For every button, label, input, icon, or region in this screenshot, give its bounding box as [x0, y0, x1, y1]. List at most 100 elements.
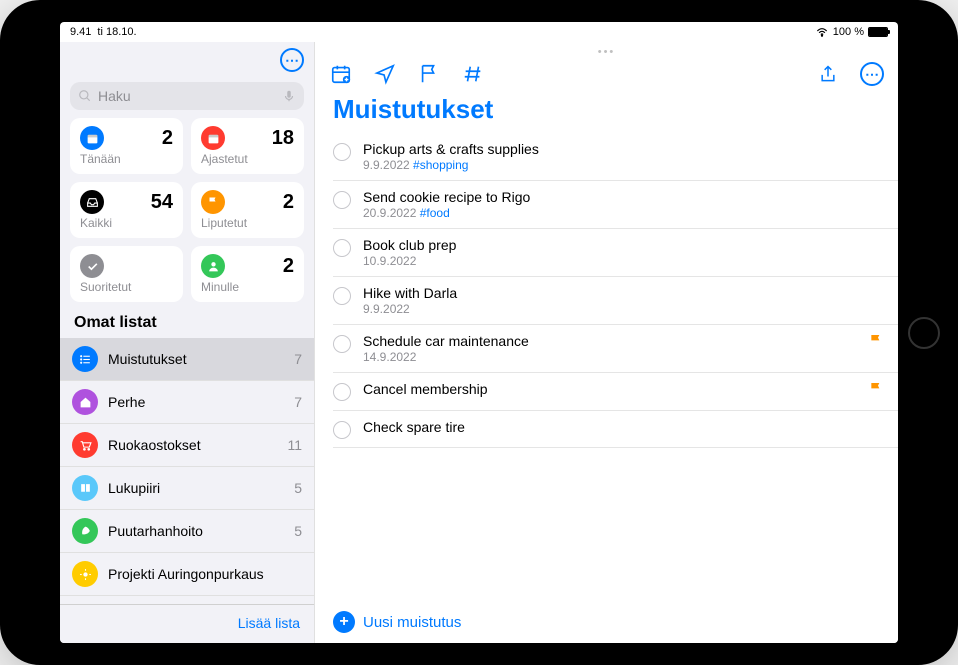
page-title: Muistutukset [315, 94, 898, 133]
sidebar: ⋯ Haku 2 Tänään 18 Ajastetut 54 Kaikki [60, 42, 315, 643]
reminder-title: Send cookie recipe to Rigo [363, 189, 884, 205]
smart-list-card-kaikki[interactable]: 54 Kaikki [70, 182, 183, 238]
list-name: Lukupiiri [108, 480, 284, 496]
flag-icon [868, 333, 884, 354]
list-count: 7 [294, 351, 302, 367]
new-reminder-button[interactable]: + Uusi muistutus [315, 601, 898, 643]
reminder-checkbox[interactable] [333, 239, 351, 257]
grabber-icon[interactable]: ••• [315, 42, 898, 58]
tag-button[interactable] [461, 62, 485, 86]
cart-icon [72, 432, 98, 458]
reminder-title: Check spare tire [363, 419, 884, 435]
reminder-checkbox[interactable] [333, 191, 351, 209]
main-more-button[interactable]: ⋯ [860, 62, 884, 86]
mic-icon [282, 89, 296, 103]
list-name: Puutarhanhoito [108, 523, 284, 539]
reminder-subtitle: 9.9.2022 [363, 302, 884, 316]
list-name: Perhe [108, 394, 284, 410]
reminder-subtitle: 20.9.2022 #food [363, 206, 884, 220]
list-count: 5 [294, 523, 302, 539]
reminder-row[interactable]: Schedule car maintenance 14.9.2022 [333, 325, 898, 373]
reminder-subtitle: 9.9.2022 #shopping [363, 158, 884, 172]
smart-list-card-tänään[interactable]: 2 Tänään [70, 118, 183, 174]
sidebar-list-item[interactable]: Lukupiiri 5 [60, 467, 314, 510]
new-reminder-label: Uusi muistutus [363, 614, 461, 631]
smart-list-card-minulle[interactable]: 2 Minulle [191, 246, 304, 302]
reminder-row[interactable]: Book club prep 10.9.2022 [333, 229, 898, 277]
reminder-row[interactable]: Cancel membership [333, 373, 898, 411]
reminder-subtitle: 14.9.2022 [363, 350, 856, 364]
flag-button[interactable] [417, 62, 441, 86]
list-count: 11 [287, 437, 302, 453]
sidebar-list-item[interactable]: Ruokaostokset 11 [60, 424, 314, 467]
sidebar-list-item[interactable]: Perhe 7 [60, 381, 314, 424]
calendar-icon [80, 126, 104, 150]
list-count: 5 [294, 480, 302, 496]
reminder-tag: #shopping [413, 158, 468, 172]
search-icon [78, 89, 92, 103]
card-count: 18 [272, 127, 294, 150]
battery-percent: 100 % [833, 26, 864, 38]
wifi-icon [815, 24, 829, 41]
card-label: Kaikki [80, 216, 173, 230]
reminder-title: Book club prep [363, 237, 884, 253]
search-input[interactable]: Haku [70, 82, 304, 110]
sidebar-list-item[interactable]: Projekti Auringonpurkaus [60, 553, 314, 596]
reminder-title: Cancel membership [363, 381, 856, 397]
list-count: 7 [294, 394, 302, 410]
book-icon [72, 475, 98, 501]
reminder-checkbox[interactable] [333, 287, 351, 305]
list-name: Projekti Auringonpurkaus [108, 566, 292, 582]
list-name: Ruokaostokset [108, 437, 277, 453]
smart-list-card-ajastetut[interactable]: 18 Ajastetut [191, 118, 304, 174]
status-bar: 9.41 ti 18.10. 100 % [60, 22, 898, 42]
card-label: Suoritetut [80, 280, 173, 294]
reminder-row[interactable]: Send cookie recipe to Rigo 20.9.2022 #fo… [333, 181, 898, 229]
reminder-row[interactable]: Check spare tire [333, 411, 898, 448]
reminder-subtitle: 10.9.2022 [363, 254, 884, 268]
more-button[interactable]: ⋯ [280, 48, 304, 72]
home-icon [72, 389, 98, 415]
home-button[interactable] [908, 317, 940, 349]
reminder-title: Pickup arts & crafts supplies [363, 141, 884, 157]
calendar-icon [201, 126, 225, 150]
leaf-icon [72, 518, 98, 544]
smart-list-card-suoritetut[interactable]: Suoritetut [70, 246, 183, 302]
person-icon [201, 254, 225, 278]
battery-icon [868, 27, 888, 37]
status-date: ti 18.10. [97, 26, 136, 38]
main-panel: ••• [315, 42, 898, 643]
card-label: Liputetut [201, 216, 294, 230]
list-name: Muistutukset [108, 351, 284, 367]
card-label: Ajastetut [201, 152, 294, 166]
ipad-frame: 9.41 ti 18.10. 100 % ⋯ Haku [0, 0, 958, 665]
reminder-checkbox[interactable] [333, 421, 351, 439]
card-count: 2 [283, 255, 294, 278]
search-placeholder: Haku [98, 88, 276, 104]
reminder-title: Hike with Darla [363, 285, 884, 301]
section-title: Omat listat [60, 302, 314, 338]
sun-icon [72, 561, 98, 587]
card-count: 2 [283, 191, 294, 214]
location-button[interactable] [373, 62, 397, 86]
add-list-button[interactable]: Lisää lista [238, 615, 300, 631]
list-icon [72, 346, 98, 372]
reminder-title: Schedule car maintenance [363, 333, 856, 349]
check-icon [80, 254, 104, 278]
card-label: Tänään [80, 152, 173, 166]
reminder-checkbox[interactable] [333, 143, 351, 161]
sidebar-list-item[interactable]: Puutarhanhoito 5 [60, 510, 314, 553]
share-button[interactable] [816, 62, 840, 86]
smart-list-card-liputetut[interactable]: 2 Liputetut [191, 182, 304, 238]
reminder-checkbox[interactable] [333, 383, 351, 401]
reminder-row[interactable]: Hike with Darla 9.9.2022 [333, 277, 898, 325]
calendar-add-button[interactable] [329, 62, 353, 86]
card-count: 54 [151, 191, 173, 214]
screen: 9.41 ti 18.10. 100 % ⋯ Haku [60, 22, 898, 643]
reminder-checkbox[interactable] [333, 335, 351, 353]
reminder-tag: #food [420, 206, 450, 220]
reminder-row[interactable]: Pickup arts & crafts supplies 9.9.2022 #… [333, 133, 898, 181]
sidebar-list-item[interactable]: Muistutukset 7 [60, 338, 314, 381]
plus-icon: + [333, 611, 355, 633]
card-count: 2 [162, 127, 173, 150]
